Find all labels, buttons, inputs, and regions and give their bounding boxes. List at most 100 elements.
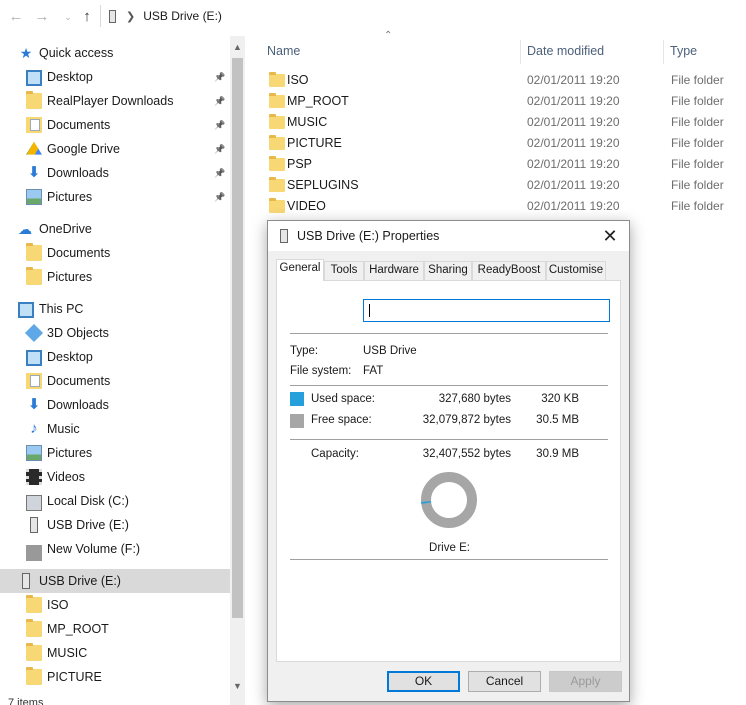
- status-bar-count: 7 items: [8, 697, 44, 705]
- scroll-down-icon[interactable]: ▼: [230, 679, 245, 693]
- breadcrumb[interactable]: ❯ USB Drive (E:): [100, 5, 746, 27]
- up-arrow-icon[interactable]: ↑: [77, 6, 97, 26]
- folder-icon: [26, 643, 42, 661]
- sidebar-item-documents[interactable]: Documents: [0, 241, 230, 265]
- sidebar-item-usb-drive-e[interactable]: USB Drive (E:): [0, 569, 230, 593]
- file-row[interactable]: VIDEO 02/01/2011 19:20 File folder: [266, 195, 746, 216]
- sidebar-item-pictures[interactable]: Pictures: [0, 441, 230, 465]
- recent-locations-chevron-icon[interactable]: ⌄: [58, 7, 78, 27]
- sidebar-item-downloads[interactable]: ⬇ Downloads 📌: [0, 161, 230, 185]
- file-row[interactable]: PICTURE 02/01/2011 19:20 File folder: [266, 132, 746, 153]
- tab-hardware[interactable]: Hardware: [364, 261, 424, 280]
- divider: [290, 333, 608, 334]
- pictures-icon: [26, 445, 42, 461]
- back-arrow-icon[interactable]: ←: [6, 6, 26, 26]
- close-icon[interactable]: ✕: [599, 225, 621, 247]
- pin-icon[interactable]: 📌: [214, 143, 225, 155]
- file-row[interactable]: ISO 02/01/2011 19:20 File folder: [266, 69, 746, 90]
- download-icon: ⬇: [27, 164, 41, 181]
- dialog-title-bar[interactable]: USB Drive (E:) Properties ✕: [268, 221, 629, 251]
- desktop-icon: [26, 69, 42, 86]
- sidebar-item-desktop[interactable]: Desktop: [0, 345, 230, 369]
- sidebar-item-downloads[interactable]: ⬇ Downloads: [0, 393, 230, 417]
- column-name-header[interactable]: Name: [261, 36, 300, 66]
- divider: [290, 385, 608, 386]
- sidebar-item-label: 3D Objects: [47, 326, 109, 340]
- file-date: 02/01/2011 19:20: [527, 198, 620, 213]
- sidebar-item-new-volume-f[interactable]: New Volume (F:): [0, 537, 230, 561]
- folder-icon: [269, 93, 285, 108]
- sidebar-item-iso[interactable]: ISO: [0, 593, 230, 617]
- column-date-header[interactable]: Date modified: [521, 36, 604, 66]
- sidebar-item-label: Desktop: [47, 70, 93, 84]
- file-row[interactable]: MUSIC 02/01/2011 19:20 File folder: [266, 111, 746, 132]
- used-space-bytes: 327,680 bytes: [438, 393, 511, 405]
- breadcrumb-location[interactable]: USB Drive (E:): [143, 9, 222, 23]
- sidebar-item-quick-access[interactable]: ★ Quick access: [0, 41, 230, 65]
- scrollbar-thumb[interactable]: [232, 58, 243, 618]
- sidebar-item-this-pc[interactable]: This PC: [0, 297, 230, 321]
- apply-button[interactable]: Apply: [549, 671, 622, 692]
- file-name: PSP: [287, 156, 313, 171]
- sidebar-item-label: This PC: [39, 302, 84, 316]
- tab-customise[interactable]: Customise: [546, 261, 606, 280]
- file-type: File folder: [671, 156, 724, 171]
- sidebar-item-label: Google Drive: [47, 142, 120, 156]
- folder-icon: [269, 198, 285, 213]
- sidebar-item-3d-objects[interactable]: 3D Objects: [0, 321, 230, 345]
- tab-general[interactable]: General: [276, 259, 324, 281]
- divider: [290, 439, 608, 440]
- sidebar-item-label: PICTURE: [47, 670, 102, 684]
- sidebar-item-documents[interactable]: Documents 📌: [0, 113, 230, 137]
- ok-button[interactable]: OK: [387, 671, 460, 692]
- sidebar-item-google-drive[interactable]: Google Drive 📌: [0, 137, 230, 161]
- sidebar-item-realplayer-downloads[interactable]: RealPlayer Downloads 📌: [0, 89, 230, 113]
- sidebar-item-music[interactable]: MUSIC: [0, 641, 230, 665]
- usb-drive-icon: [109, 9, 116, 23]
- file-type: File folder: [671, 114, 724, 129]
- sidebar-item-music[interactable]: ♪ Music: [0, 417, 230, 441]
- type-value: USB Drive: [363, 345, 417, 357]
- drive-name-input[interactable]: [363, 299, 610, 322]
- sidebar-item-picture[interactable]: PICTURE: [0, 665, 230, 689]
- file-name: MP_ROOT: [287, 93, 349, 108]
- used-space-swatch: [290, 392, 304, 406]
- pin-icon[interactable]: 📌: [214, 191, 225, 203]
- tab-readyboost[interactable]: ReadyBoost: [472, 261, 546, 280]
- file-row[interactable]: MP_ROOT 02/01/2011 19:20 File folder: [266, 90, 746, 111]
- forward-arrow-icon[interactable]: →: [32, 6, 52, 26]
- sidebar-item-videos[interactable]: Videos: [0, 465, 230, 489]
- pin-icon[interactable]: 📌: [214, 71, 225, 83]
- tab-sharing[interactable]: Sharing: [424, 261, 472, 280]
- general-panel: Type: USB Drive File system: FAT Used sp…: [276, 280, 621, 662]
- free-space-ring: [421, 472, 477, 528]
- scroll-up-icon[interactable]: ▲: [230, 40, 245, 54]
- sidebar-item-usb-drive-e[interactable]: USB Drive (E:): [0, 513, 230, 537]
- sidebar-item-pictures[interactable]: Pictures: [0, 265, 230, 289]
- sidebar-item-documents[interactable]: Documents: [0, 369, 230, 393]
- sidebar-item-label: Downloads: [47, 166, 109, 180]
- tab-tools[interactable]: Tools: [324, 261, 364, 280]
- column-type-header[interactable]: Type: [664, 36, 697, 66]
- sidebar-item-local-disk-c[interactable]: Local Disk (C:): [0, 489, 230, 513]
- sidebar-item-pictures[interactable]: Pictures 📌: [0, 185, 230, 209]
- sidebar-item-label: Quick access: [39, 46, 114, 60]
- sidebar-item-desktop[interactable]: Desktop 📌: [0, 65, 230, 89]
- computer-icon: [18, 301, 34, 318]
- pin-icon[interactable]: 📌: [214, 167, 225, 179]
- sidebar-item-onedrive[interactable]: ☁ OneDrive: [0, 217, 230, 241]
- sort-ascending-icon: ⌃: [384, 30, 393, 41]
- documents-icon: [26, 373, 42, 389]
- file-type: File folder: [671, 198, 724, 213]
- pin-icon[interactable]: 📌: [214, 119, 225, 131]
- file-row[interactable]: SEPLUGINS 02/01/2011 19:20 File folder: [266, 174, 746, 195]
- file-row[interactable]: PSP 02/01/2011 19:20 File folder: [266, 153, 746, 174]
- navigation-scrollbar[interactable]: ▲ ▼: [230, 36, 245, 705]
- sidebar-item-label: Desktop: [47, 350, 93, 364]
- file-type: File folder: [671, 72, 724, 87]
- folder-icon: [26, 243, 42, 261]
- sidebar-item-mp-root[interactable]: MP_ROOT: [0, 617, 230, 641]
- cancel-button[interactable]: Cancel: [468, 671, 541, 692]
- drive-icon: [26, 545, 42, 561]
- pin-icon[interactable]: 📌: [214, 95, 225, 107]
